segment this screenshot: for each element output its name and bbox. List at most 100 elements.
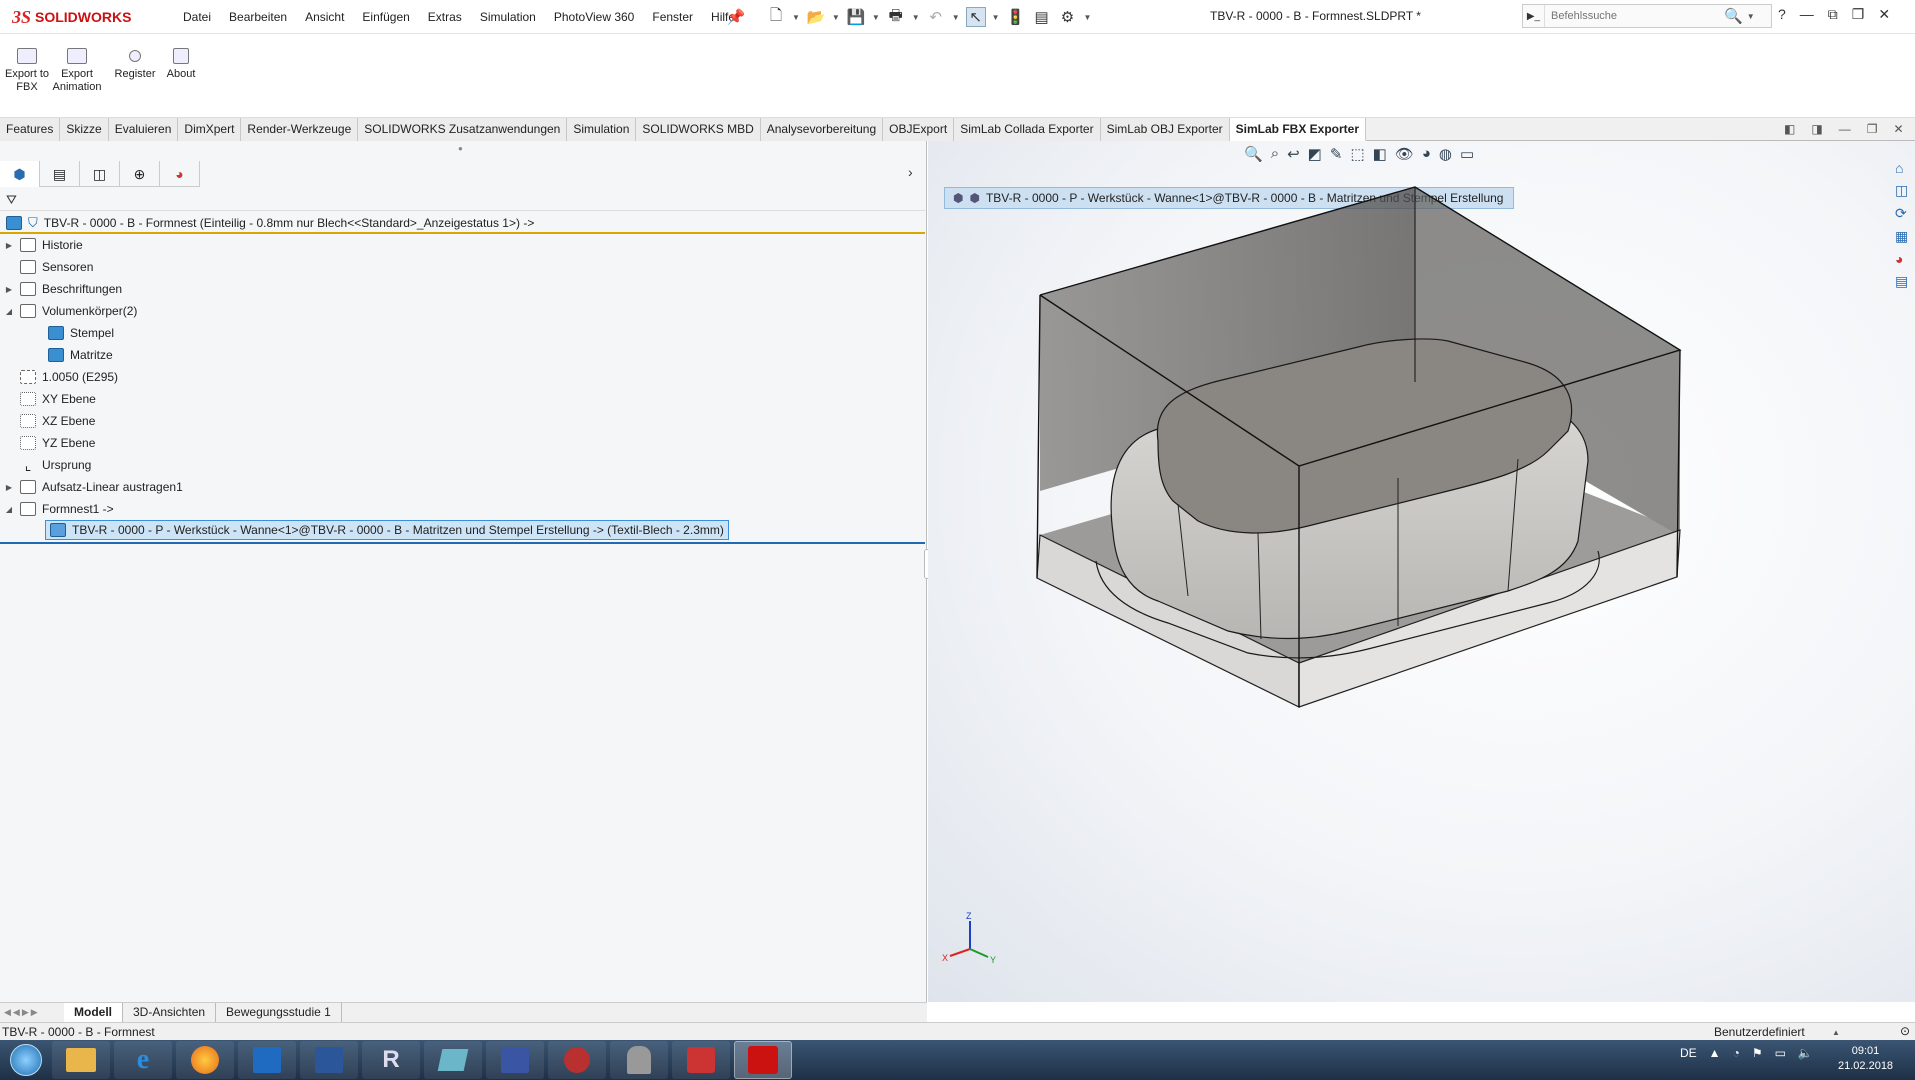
expand-arrow-icon[interactable]: ▶: [4, 285, 14, 294]
menu-simulation[interactable]: Simulation: [471, 10, 545, 24]
tree-node-formnest[interactable]: ◢ Formnest1 ->: [4, 499, 114, 519]
app-64-icon[interactable]: [548, 1041, 606, 1079]
design-library-icon[interactable]: ◫: [1895, 182, 1915, 199]
doc-close-icon[interactable]: ✕: [1893, 122, 1903, 136]
print-icon[interactable]: 🖶: [886, 7, 906, 27]
word-icon[interactable]: [300, 1041, 358, 1079]
user-app-icon[interactable]: [610, 1041, 668, 1079]
options-dropdown-icon[interactable]: ▼: [1084, 13, 1092, 22]
close-icon[interactable]: ✕: [1878, 6, 1890, 23]
solidworks-alt-icon[interactable]: [672, 1041, 730, 1079]
explorer-icon[interactable]: [52, 1041, 110, 1079]
custom-properties-icon[interactable]: ▤: [1895, 273, 1915, 290]
tree-node-ursprung[interactable]: ⌞ Ursprung: [4, 455, 92, 475]
tab-simulation[interactable]: Simulation: [567, 118, 637, 141]
tree-node-beschriftungen[interactable]: ▶ Beschriftungen: [4, 279, 122, 299]
prev-view-icon[interactable]: ◧: [1784, 122, 1795, 136]
command-prompt-icon[interactable]: ▶_: [1523, 5, 1545, 27]
tab-simlab-fbx[interactable]: SimLab FBX Exporter: [1229, 118, 1366, 141]
tab-bewegungsstudie[interactable]: Bewegungsstudie 1: [216, 1003, 342, 1022]
dimxpertmanager-tab-icon[interactable]: ⊕: [120, 161, 160, 187]
menu-extras[interactable]: Extras: [419, 10, 471, 24]
undo-icon[interactable]: ↶: [926, 7, 946, 27]
tab-scroll-arrows[interactable]: ◀◀▶▶: [0, 1007, 64, 1018]
notes-icon[interactable]: [424, 1041, 482, 1079]
system-clock[interactable]: 09:01 21.02.2018: [1838, 1044, 1893, 1074]
units-dropdown-icon[interactable]: ▲: [1832, 1028, 1840, 1037]
menu-einfuegen[interactable]: Einfügen: [353, 10, 418, 24]
tree-node-material[interactable]: 1.0050 (E295): [4, 367, 118, 387]
tab-objexport[interactable]: OBJExport: [883, 118, 955, 141]
tab-analysevorbereitung[interactable]: Analysevorbereitung: [760, 118, 884, 141]
tab-zusatzanwendungen[interactable]: SOLIDWORKS Zusatzanwendungen: [358, 118, 568, 141]
tree-node-stempel[interactable]: Stempel: [48, 323, 114, 343]
help-icon[interactable]: ?: [1778, 6, 1786, 23]
search-icon[interactable]: 🔍: [1724, 7, 1743, 25]
open-dropdown-icon[interactable]: ▼: [832, 13, 840, 22]
rebuild-icon[interactable]: 🚦: [1006, 7, 1026, 27]
command-search-input[interactable]: [1545, 10, 1720, 22]
tree-root[interactable]: ⛉ TBV-R - 0000 - B - Formnest (Einteilig…: [0, 213, 925, 234]
restore-icon[interactable]: ❐: [1852, 6, 1865, 23]
tab-skizze[interactable]: Skizze: [60, 118, 109, 141]
menu-ansicht[interactable]: Ansicht: [296, 10, 353, 24]
tab-features[interactable]: Features: [0, 118, 61, 141]
solidworks-logo[interactable]: 3S SOLIDWORKS: [12, 4, 154, 30]
save-dropdown-icon[interactable]: ▼: [872, 13, 880, 22]
configurationmanager-tab-icon[interactable]: ◫: [80, 161, 120, 187]
firefox-icon[interactable]: [176, 1041, 234, 1079]
visio-icon[interactable]: [486, 1041, 544, 1079]
doc-restore-icon[interactable]: ❐: [1867, 122, 1878, 136]
tree-node-aufsatz[interactable]: ▶ Aufsatz-Linear austragen1: [4, 477, 183, 497]
rollback-bar[interactable]: [0, 542, 925, 544]
collapse-arrow-icon[interactable]: ◢: [4, 505, 14, 514]
jr-icon[interactable]: R: [362, 1041, 420, 1079]
tree-node-matritze[interactable]: Matritze: [48, 345, 113, 365]
minimize-icon[interactable]: —: [1800, 6, 1814, 23]
display-icon[interactable]: ▭: [1775, 1046, 1786, 1060]
tab-mbd[interactable]: SOLIDWORKS MBD: [636, 118, 761, 141]
network-icon[interactable]: ◔: [1733, 1046, 1740, 1060]
model-view[interactable]: Z X Y: [928, 141, 1915, 1002]
tree-node-volumenkoerper[interactable]: ◢ Volumenkörper(2): [4, 301, 137, 321]
status-help-icon[interactable]: ⊙: [1900, 1024, 1910, 1038]
tab-render-werkzeuge[interactable]: Render-Werkzeuge: [241, 118, 359, 141]
tree-node-historie[interactable]: ▶ Historie: [4, 235, 83, 255]
select-arrow-icon[interactable]: ↖: [965, 7, 986, 27]
save-icon[interactable]: 💾: [846, 7, 866, 27]
outlook-icon[interactable]: [238, 1041, 296, 1079]
expand-arrow-icon[interactable]: ▶: [4, 241, 14, 250]
units-selector[interactable]: Benutzerdefiniert: [1714, 1025, 1805, 1039]
view-palette-icon[interactable]: ▦: [1895, 228, 1915, 245]
expand-panel-icon[interactable]: ›: [908, 164, 913, 180]
export-animation-button[interactable]: Export Animation: [50, 48, 104, 94]
panel-splitter-handle[interactable]: ●: [458, 144, 463, 153]
tray-expand-icon[interactable]: ▲: [1709, 1046, 1721, 1060]
action-center-icon[interactable]: ⚑: [1752, 1046, 1763, 1060]
solidworks-resources-icon[interactable]: ⌂: [1895, 160, 1915, 176]
language-indicator[interactable]: DE: [1680, 1046, 1697, 1060]
tab-3d-ansichten[interactable]: 3D-Ansichten: [123, 1003, 217, 1022]
collapse-arrow-icon[interactable]: ◢: [4, 307, 14, 316]
about-button[interactable]: About: [154, 48, 208, 81]
tab-dimxpert[interactable]: DimXpert: [178, 118, 242, 141]
tab-simlab-collada[interactable]: SimLab Collada Exporter: [954, 118, 1101, 141]
undo-dropdown-icon[interactable]: ▼: [952, 13, 960, 22]
tab-simlab-obj[interactable]: SimLab OBJ Exporter: [1100, 118, 1230, 141]
appearances-icon[interactable]: ◕: [1895, 251, 1915, 267]
open-icon[interactable]: 📂: [806, 7, 826, 27]
menu-photoview[interactable]: PhotoView 360: [545, 10, 644, 24]
file-explorer-icon[interactable]: ⟳: [1895, 205, 1915, 222]
start-button[interactable]: [0, 1040, 52, 1080]
doc-minimize-icon[interactable]: —: [1839, 122, 1851, 136]
tab-evaluieren[interactable]: Evaluieren: [108, 118, 179, 141]
tree-node-yz-ebene[interactable]: YZ Ebene: [4, 433, 95, 453]
menu-bearbeiten[interactable]: Bearbeiten: [220, 10, 296, 24]
tree-node-xy-ebene[interactable]: XY Ebene: [4, 389, 96, 409]
new-dropdown-icon[interactable]: ▼: [792, 13, 800, 22]
tile-icon[interactable]: ⧉: [1828, 6, 1838, 23]
featuremanager-tab-icon[interactable]: ⬢: [0, 161, 40, 187]
menu-fenster[interactable]: Fenster: [643, 10, 702, 24]
pin-menu-icon[interactable]: 📌: [726, 6, 746, 28]
volume-icon[interactable]: 🔈: [1798, 1046, 1813, 1060]
